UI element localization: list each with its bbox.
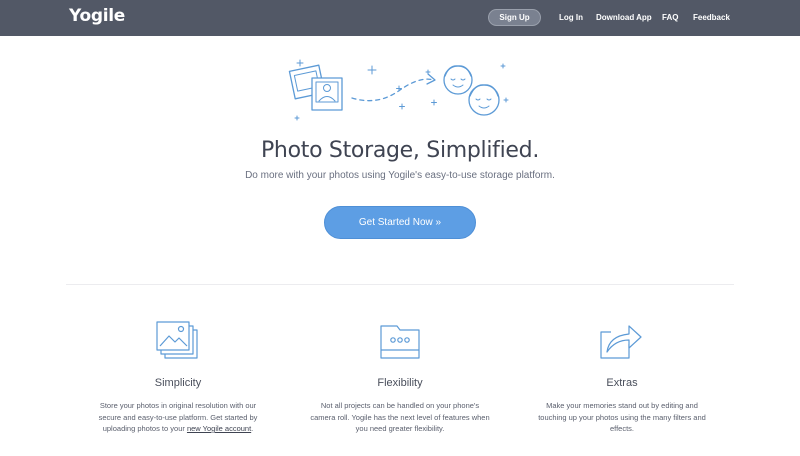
feature-title: Flexibility (377, 377, 423, 389)
photo-stack-icon (156, 321, 198, 359)
feature-text-end: . (251, 424, 254, 433)
feature-extras: Extras Make your memories stand out by e… (532, 320, 712, 433)
photos-icon (288, 64, 343, 111)
feature-description: Make your memories stand out by editing … (538, 401, 706, 433)
get-started-button[interactable]: Get Started Now » (324, 206, 476, 239)
faq-link[interactable]: FAQ (662, 13, 678, 22)
feature-simplicity: Simplicity Store your photos in original… (88, 320, 268, 433)
feature-title: Simplicity (154, 377, 202, 389)
dotted-arrow-icon (351, 73, 436, 102)
section-divider (66, 284, 734, 285)
feature-description: Store your photos in original resolution… (88, 400, 268, 435)
log-in-link[interactable]: Log In (559, 13, 583, 22)
feedback-link[interactable]: Feedback (693, 13, 730, 22)
sign-up-button[interactable]: Sign Up (488, 9, 541, 26)
logo[interactable]: Yogile (69, 6, 125, 26)
new-account-link[interactable]: new Yogile account (187, 424, 251, 433)
download-app-link[interactable]: Download App (596, 13, 652, 22)
feature-title: Extras (606, 377, 638, 389)
hero-title: Photo Storage, Simplified. (260, 138, 540, 163)
feature-flexibility: Flexibility Not all projects can be hand… (310, 320, 490, 433)
faces-icon (443, 65, 500, 116)
feature-description: Not all projects can be handled on your … (310, 401, 490, 433)
folder-icon (380, 325, 420, 359)
hero-illustration (288, 59, 509, 121)
share-arrow-icon (600, 325, 642, 359)
top-navbar: Yogile Sign Up Log In Download App FAQ F… (0, 0, 800, 36)
hero-subtitle: Do more with your photos using Yogile's … (245, 170, 555, 181)
